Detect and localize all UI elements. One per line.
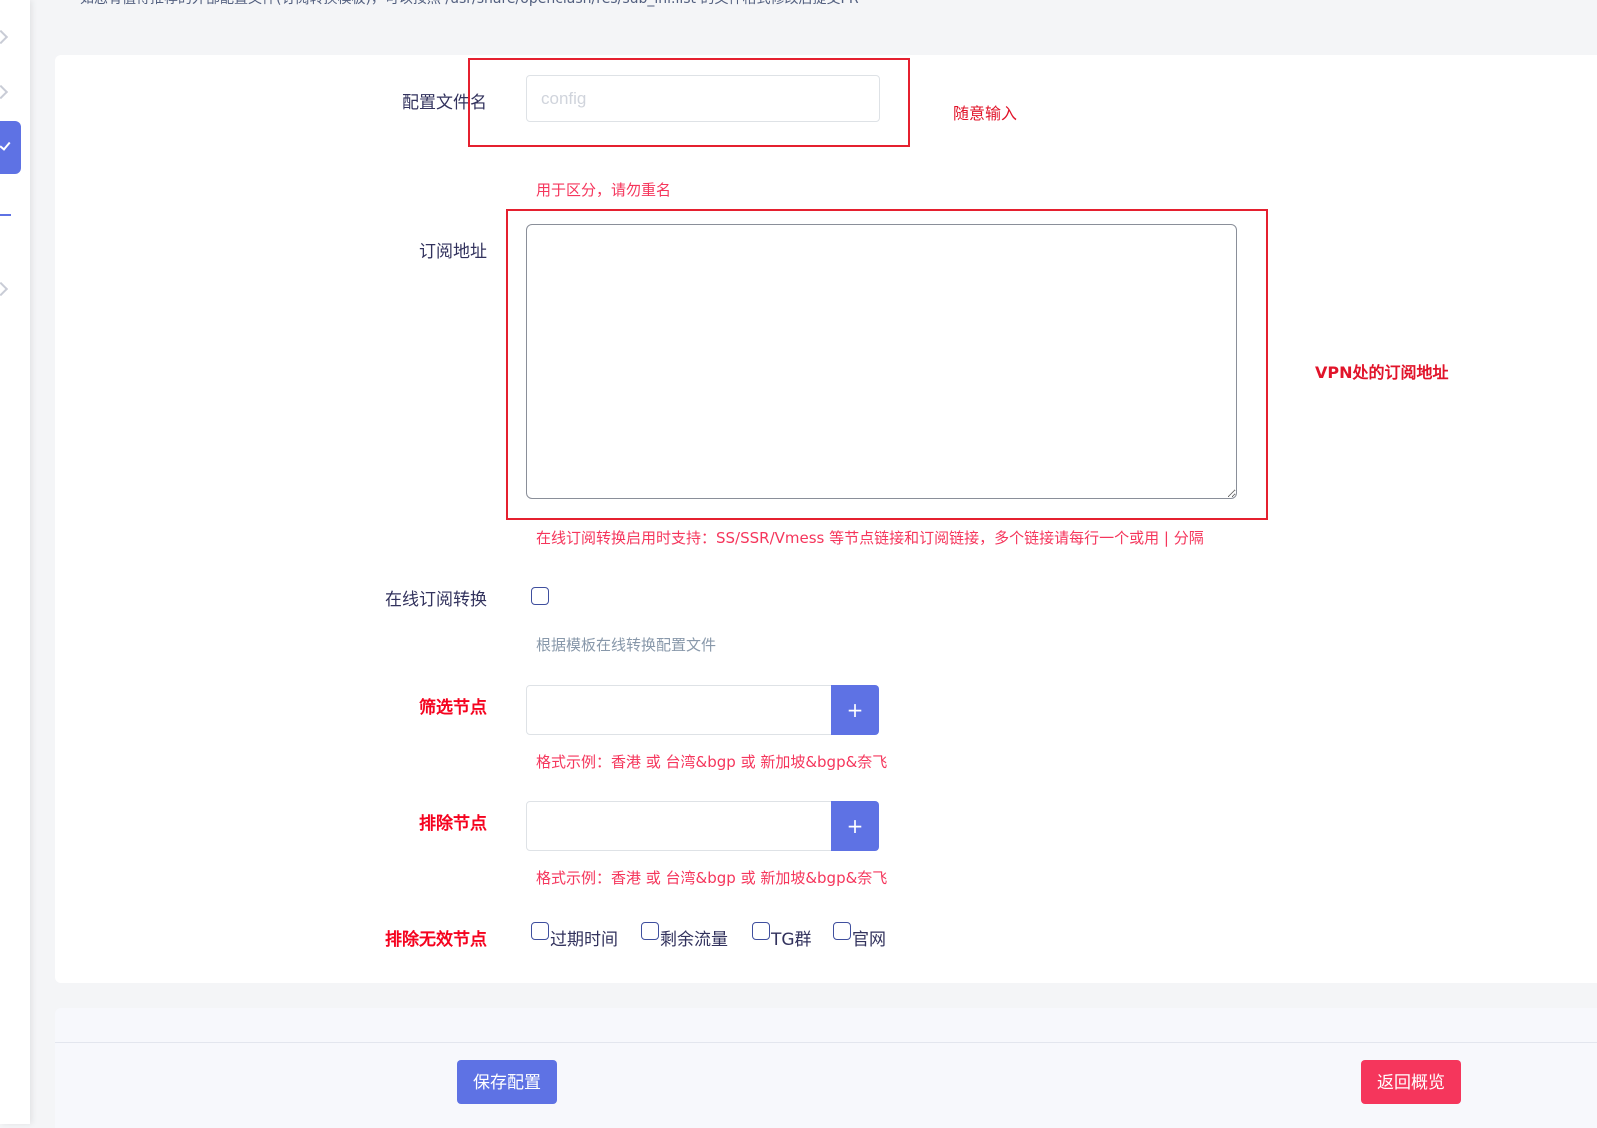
filter-nodes-hint: 格式示例：香港 或 台湾&bgp 或 新加坡&bgp&奈飞 — [536, 753, 888, 771]
exclude-nodes-label: 排除节点 — [419, 814, 487, 834]
annotation-box — [468, 58, 910, 147]
exclude-nodes-input[interactable] — [526, 801, 832, 851]
online-convert-label: 在线订阅转换 — [385, 590, 487, 610]
remaining-traffic-label: 剩余流量 — [660, 930, 728, 950]
chevron-right-icon[interactable] — [0, 281, 9, 297]
filter-nodes-add-button[interactable]: + — [831, 685, 879, 735]
exclude-nodes-add-button[interactable]: + — [831, 801, 879, 851]
tg-group-label: TG群 — [771, 930, 812, 950]
subscribe-url-label: 订阅地址 — [419, 242, 487, 262]
chevron-right-icon[interactable] — [0, 29, 9, 45]
sidebar — [0, 0, 30, 1124]
tg-group-checkbox[interactable] — [752, 922, 770, 940]
page-note: 如您有值得推荐的外部配置文件(订阅转换模板)，可以按照 /usr/share/o… — [80, 0, 859, 8]
annotation-box — [506, 209, 1268, 520]
filter-nodes-input[interactable] — [526, 685, 832, 735]
chevron-right-icon[interactable] — [0, 84, 9, 100]
expire-time-label: 过期时间 — [550, 930, 618, 950]
filter-nodes-label: 筛选节点 — [419, 698, 487, 718]
save-config-button[interactable]: 保存配置 — [457, 1060, 557, 1104]
sidebar-divider — [0, 214, 11, 216]
back-to-overview-button[interactable]: 返回概览 — [1361, 1060, 1461, 1104]
remaining-traffic-checkbox[interactable] — [641, 922, 659, 940]
exclude-nodes-hint: 格式示例：香港 或 台湾&bgp 或 新加坡&bgp&奈飞 — [536, 869, 888, 887]
online-convert-checkbox[interactable] — [531, 587, 549, 605]
official-site-label: 官网 — [852, 930, 886, 950]
subscribe-url-hint: 在线订阅转换启用时支持：SS/SSR/Vmess 等节点链接和订阅链接，多个链接… — [536, 529, 1204, 547]
official-site-checkbox[interactable] — [833, 922, 851, 940]
annotation-text: VPN处的订阅地址 — [1315, 363, 1449, 382]
expire-time-checkbox[interactable] — [531, 922, 549, 940]
annotation-text: 随意输入 — [953, 104, 1018, 123]
exclude-invalid-label: 排除无效节点 — [385, 930, 487, 950]
check-icon — [0, 139, 11, 151]
sidebar-active-item[interactable] — [0, 121, 21, 174]
config-name-hint: 用于区分，请勿重名 — [536, 181, 672, 199]
online-convert-hint: 根据模板在线转换配置文件 — [536, 636, 717, 654]
divider — [55, 1042, 1597, 1043]
